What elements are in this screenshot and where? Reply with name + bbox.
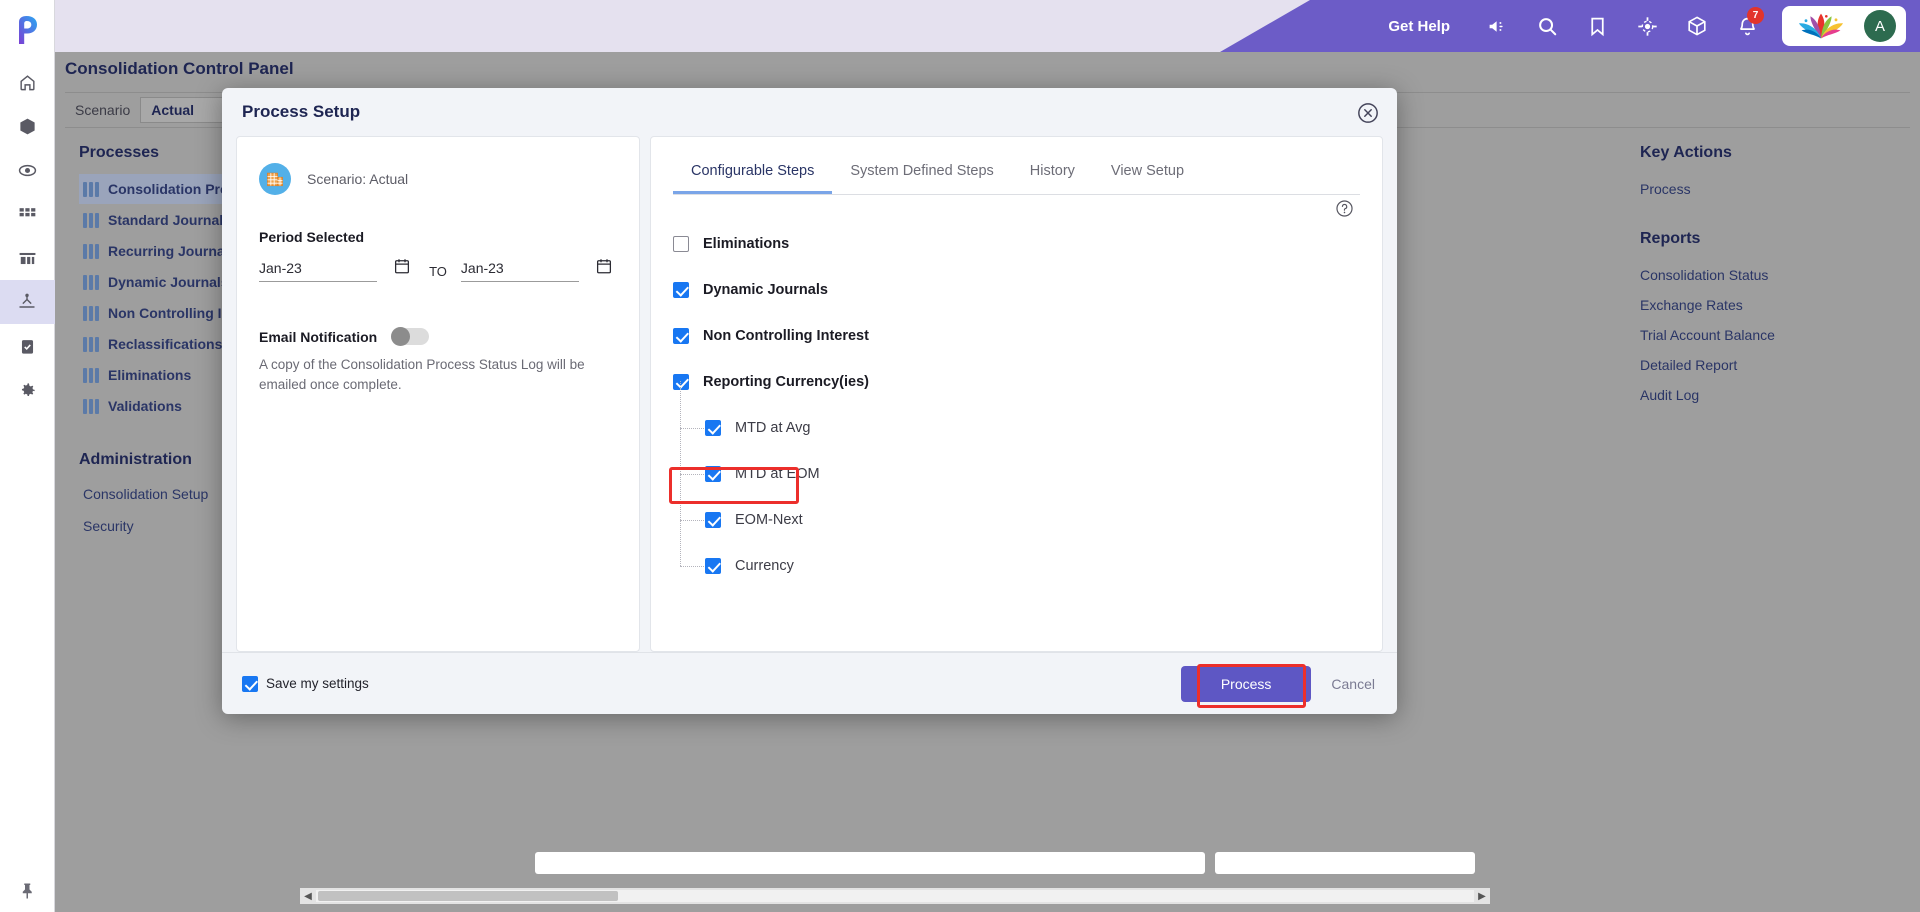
setup-tabs: Configurable Steps System Defined Steps … [673, 153, 1360, 195]
step-label: Dynamic Journals [703, 282, 828, 298]
checkbox-eom-next[interactable] [705, 512, 721, 528]
dialog-body: Scenario: Actual Period Selected Jan-23 … [222, 136, 1397, 652]
step-label: Non Controlling Interest [703, 328, 869, 344]
period-row: Jan-23 TO Jan-23 [259, 257, 617, 282]
dialog-header: Process Setup [222, 88, 1397, 136]
step-row-dynamic-journals[interactable]: Dynamic Journals [673, 267, 1360, 313]
step-row-reporting-currencies[interactable]: Reporting Currency(ies) [673, 359, 1360, 405]
period-to-label: TO [429, 264, 447, 279]
step-row-non-controlling-interest[interactable]: Non Controlling Interest [673, 313, 1360, 359]
checkbox-mtd-at-avg[interactable] [705, 420, 721, 436]
step-label: Eliminations [703, 236, 790, 252]
close-button[interactable] [1357, 102, 1379, 124]
app-root: Get Help 7 A Consolidation Control Panel… [0, 0, 1920, 912]
scenario-text: Scenario: Actual [307, 171, 409, 187]
checkbox-currency[interactable] [705, 558, 721, 574]
calendar-icon-glyph [395, 259, 410, 274]
configurable-steps-list: Eliminations Dynamic Journals Non Contro… [673, 195, 1360, 589]
cancel-button[interactable]: Cancel [1331, 676, 1375, 692]
toggle-knob [391, 327, 411, 346]
step-label: Reporting Currency(ies) [703, 374, 869, 390]
scenario-row: Scenario: Actual [259, 163, 617, 195]
step-label: MTD at Avg [735, 420, 811, 436]
building-icon [259, 163, 291, 195]
dialog-title: Process Setup [242, 102, 361, 121]
calendar-icon[interactable] [595, 257, 617, 280]
checkbox-mtd-at-eom[interactable] [705, 466, 721, 482]
email-notification-description: A copy of the Consolidation Process Stat… [259, 357, 585, 392]
period-selected-label: Period Selected [259, 229, 365, 245]
checkbox-dynamic-journals[interactable] [673, 282, 689, 298]
step-label: MTD at EOM [735, 466, 820, 482]
step-row-mtd-at-avg[interactable]: MTD at Avg [673, 381, 1360, 451]
calendar-icon-glyph [597, 259, 612, 274]
step-row-currency[interactable]: Currency [673, 519, 1360, 589]
process-button[interactable]: Process [1180, 665, 1312, 702]
tab-view-setup[interactable]: View Setup [1093, 153, 1202, 194]
checkbox-non-controlling-interest[interactable] [673, 328, 689, 344]
tab-history[interactable]: History [1012, 153, 1093, 194]
close-icon [1358, 103, 1378, 123]
email-notification-row: Email Notification [259, 327, 617, 346]
setup-left-panel: Scenario: Actual Period Selected Jan-23 … [236, 136, 640, 652]
step-label: Currency [735, 558, 794, 574]
footer-actions: Process Cancel [1180, 665, 1375, 702]
checkbox-save-my-settings[interactable] [242, 675, 258, 692]
step-row-mtd-at-eom[interactable]: MTD at EOM [673, 427, 1360, 497]
period-from-input[interactable]: Jan-23 [259, 260, 378, 282]
setup-right-panel: Configurable Steps System Defined Steps … [650, 136, 1383, 652]
help-circle-icon-glyph [1336, 200, 1353, 217]
save-settings-row[interactable]: Save my settings [242, 675, 369, 692]
tab-system-defined-steps[interactable]: System Defined Steps [832, 153, 1011, 194]
step-row-eom-next[interactable]: EOM-Next [673, 473, 1360, 543]
step-row-eliminations[interactable]: Eliminations [673, 221, 1360, 267]
step-label: EOM-Next [735, 512, 803, 528]
process-setup-dialog: Process Setup Scenario: Actual Period Se… [222, 88, 1397, 714]
building-icon-glyph [267, 172, 283, 187]
email-notification-toggle[interactable] [391, 327, 430, 346]
dialog-footer: Save my settings Process Cancel [222, 652, 1397, 714]
email-notification-label: Email Notification [259, 328, 378, 345]
save-settings-label: Save my settings [266, 676, 369, 691]
checkbox-eliminations[interactable] [673, 236, 689, 252]
tab-configurable-steps[interactable]: Configurable Steps [673, 153, 833, 194]
help-circle-icon[interactable] [1335, 199, 1354, 218]
period-to-input[interactable]: Jan-23 [460, 260, 580, 282]
calendar-icon[interactable] [393, 257, 415, 280]
